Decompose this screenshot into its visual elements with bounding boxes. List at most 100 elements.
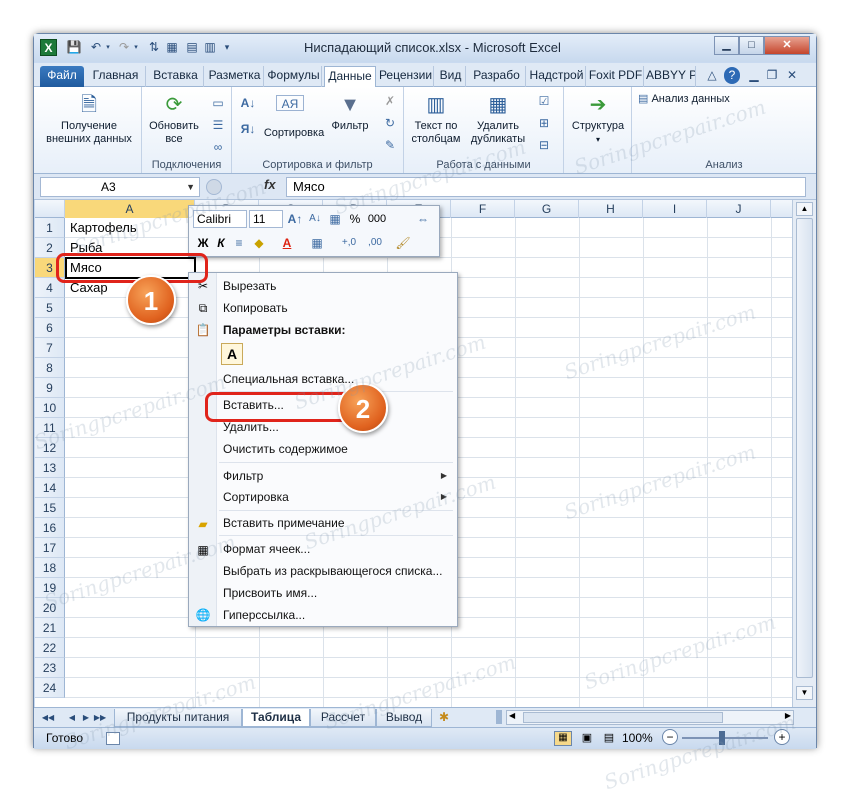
row-header-24[interactable]: 24 xyxy=(35,678,65,698)
zoom-in-button[interactable]: + xyxy=(774,729,790,745)
menu-item-copy[interactable]: Копировать xyxy=(223,298,288,318)
font-color-button[interactable]: A xyxy=(279,235,295,251)
menu-item-hyperlink[interactable]: Гиперссылка... xyxy=(223,605,305,625)
row-header-22[interactable]: 22 xyxy=(35,638,65,658)
advanced-filter-icon[interactable]: ✎ xyxy=(382,137,398,153)
format-painter-icon[interactable]: 🖌 xyxy=(395,235,411,251)
formula-input[interactable]: Мясо xyxy=(286,177,806,197)
sheet-tab-calc[interactable]: Рассчет xyxy=(310,709,376,727)
select-all-corner[interactable] xyxy=(35,200,65,218)
scroll-right-icon[interactable]: ▶ xyxy=(785,711,791,720)
column-header-a[interactable]: A xyxy=(65,200,195,218)
row-header-18[interactable]: 18 xyxy=(35,558,65,578)
sort-asc-qat-icon[interactable]: ⇅ xyxy=(146,39,162,56)
doc-restore-icon[interactable]: ❐ xyxy=(764,67,780,84)
menu-item-pick-from-list[interactable]: Выбрать из раскрывающегося списка... xyxy=(223,561,442,581)
menu-item-insert-comment[interactable]: Вставить примечание xyxy=(223,513,345,533)
consolidate-icon[interactable]: ⊞ xyxy=(536,115,552,131)
sort-button[interactable]: Сортировка xyxy=(262,127,326,140)
tab-foxit[interactable]: Foxit PDF xyxy=(588,66,644,87)
what-if-icon[interactable]: ⊟ xyxy=(536,137,552,153)
horizontal-scroll-thumb[interactable] xyxy=(523,712,723,723)
decrease-decimal-icon[interactable]: ,00 xyxy=(367,235,383,251)
borders-icon[interactable]: ▦ xyxy=(309,235,325,251)
zoom-out-button[interactable]: − xyxy=(662,729,678,745)
horizontal-scrollbar[interactable]: ◀ ▶ xyxy=(506,710,794,725)
menu-item-define-name[interactable]: Присвоить имя... xyxy=(223,583,317,603)
row-header-8[interactable]: 8 xyxy=(35,358,65,378)
help-icon[interactable]: ? xyxy=(724,67,740,84)
insert-function-icon[interactable]: fx xyxy=(264,177,276,192)
menu-item-cut[interactable]: Вырезать xyxy=(223,276,276,296)
increase-decimal-icon[interactable]: +,0 xyxy=(341,235,357,251)
tab-data[interactable]: Данные xyxy=(324,66,376,87)
redo-dropdown-icon[interactable]: ▾ xyxy=(132,39,140,56)
get-external-data-button[interactable]: 🗎 Получение внешних данных xyxy=(40,93,138,146)
row-header-9[interactable]: 9 xyxy=(35,378,65,398)
table-icon[interactable]: ▤ xyxy=(184,39,200,56)
macro-record-icon[interactable] xyxy=(106,732,120,745)
row-header-14[interactable]: 14 xyxy=(35,478,65,498)
column-header-j[interactable]: J xyxy=(707,200,771,218)
shrink-font-icon[interactable]: A↓ xyxy=(307,211,323,227)
normal-view-icon[interactable]: ▦ xyxy=(554,731,572,746)
refresh-all-button[interactable]: ⟳ Обновить все xyxy=(146,93,202,146)
thousands-button[interactable]: 000 xyxy=(365,211,389,227)
sort-az-icon[interactable]: A↓ xyxy=(240,95,256,111)
menu-item-paste-special[interactable]: Специальная вставка... xyxy=(223,369,354,389)
ribbon-collapse-icon[interactable]: △ xyxy=(704,67,720,84)
data-analysis-button[interactable]: ▤ Анализ данных xyxy=(638,93,768,106)
grid-icon[interactable]: ▥ xyxy=(202,39,218,56)
structure-button[interactable]: ➔ Структура ▾ xyxy=(568,93,628,146)
row-header-7[interactable]: 7 xyxy=(35,338,65,358)
name-box-dropdown-icon[interactable]: ▼ xyxy=(186,178,195,196)
row-header-17[interactable]: 17 xyxy=(35,538,65,558)
zoom-slider-thumb[interactable] xyxy=(719,731,725,745)
column-header-f[interactable]: F xyxy=(451,200,515,218)
tab-formulas[interactable]: Формулы xyxy=(266,66,322,87)
font-size-box[interactable]: 11 xyxy=(249,210,283,228)
bold-button[interactable]: Ж xyxy=(195,235,211,251)
sheet-tab-output[interactable]: Вывод xyxy=(376,709,432,727)
row-header-1[interactable]: 1 xyxy=(35,218,65,238)
sheet-tab-products[interactable]: Продукты питания xyxy=(114,709,242,727)
menu-item-sort[interactable]: Сортировка xyxy=(223,487,289,507)
redo-icon[interactable]: ↷ xyxy=(116,39,132,56)
sort-za-icon[interactable]: Я↓ xyxy=(240,121,256,137)
row-header-10[interactable]: 10 xyxy=(35,398,65,418)
connections-icon[interactable]: ▭ xyxy=(210,95,226,111)
last-sheet-icon[interactable]: ▶▶ xyxy=(92,709,108,726)
data-validation-icon[interactable]: ☑ xyxy=(536,93,552,109)
cell-a1[interactable]: Картофель xyxy=(70,218,137,238)
align-center-icon[interactable]: ≡ xyxy=(231,235,247,251)
row-header-5[interactable]: 5 xyxy=(35,298,65,318)
accounting-format-icon[interactable]: ▦ xyxy=(327,211,343,227)
menu-item-format-cells[interactable]: Формат ячеек... xyxy=(223,539,310,559)
tab-view[interactable]: Вид xyxy=(436,66,466,87)
scroll-left-icon[interactable]: ◀ xyxy=(509,711,515,720)
reapply-icon[interactable]: ↻ xyxy=(382,115,398,131)
column-header-h[interactable]: H xyxy=(579,200,643,218)
tab-split-handle[interactable] xyxy=(496,710,502,724)
row-header-23[interactable]: 23 xyxy=(35,658,65,678)
tab-review[interactable]: Рецензии xyxy=(378,66,434,87)
customize-qat-icon[interactable]: ▾ xyxy=(222,39,232,56)
first-sheet-icon[interactable]: ◀◀ xyxy=(40,709,56,726)
formula-bar-handle-icon[interactable] xyxy=(206,179,222,195)
fill-color-icon[interactable]: ◆ xyxy=(251,235,267,251)
sort-dialog-icon[interactable]: АЯ xyxy=(276,95,304,111)
page-break-view-icon[interactable]: ▤ xyxy=(600,731,618,746)
percent-button[interactable]: % xyxy=(347,211,363,227)
tab-page-layout[interactable]: Разметка xyxy=(206,66,264,87)
remove-duplicates-button[interactable]: ▦ Удалить дубликаты xyxy=(468,93,528,146)
undo-icon[interactable]: ↶ xyxy=(88,39,104,56)
row-header-15[interactable]: 15 xyxy=(35,498,65,518)
new-sheet-icon[interactable]: ✱ xyxy=(436,709,452,726)
tab-home[interactable]: Главная xyxy=(86,66,146,87)
tab-addins[interactable]: Надстрой xyxy=(528,66,586,87)
scroll-down-icon[interactable]: ▼ xyxy=(796,686,813,700)
menu-item-filter[interactable]: Фильтр xyxy=(223,466,263,486)
font-name-box[interactable]: Calibri xyxy=(193,210,247,228)
edit-links-icon[interactable]: ∞ xyxy=(210,139,226,155)
save-icon[interactable]: 💾 xyxy=(66,39,82,56)
